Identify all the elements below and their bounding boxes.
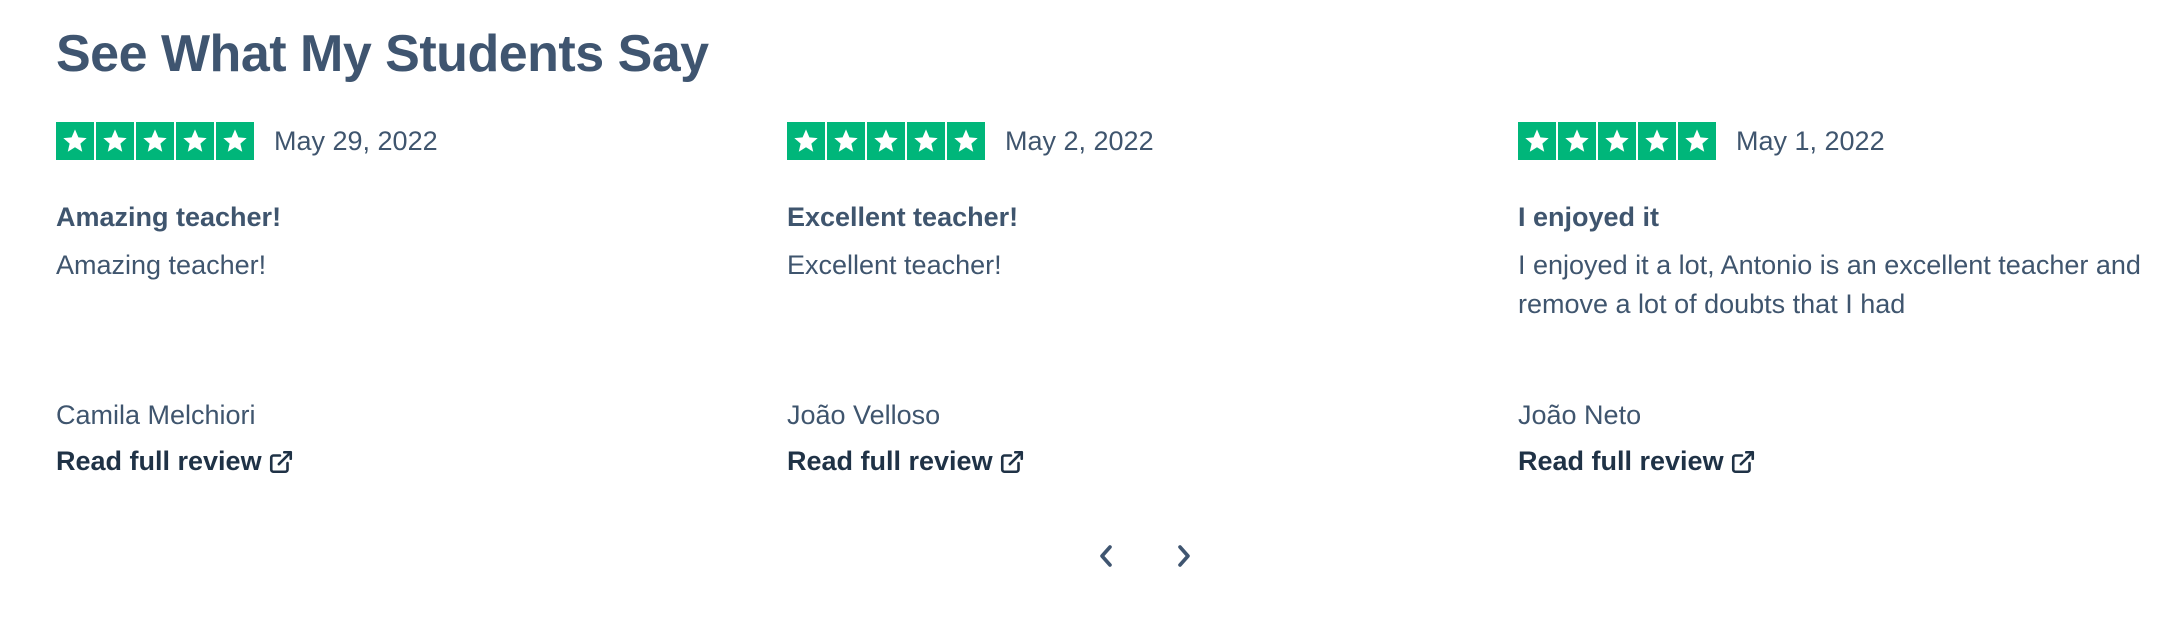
rating-row: May 2, 2022 <box>787 122 1154 160</box>
rating-row: May 1, 2022 <box>1518 122 1885 160</box>
chevron-left-icon <box>1100 545 1112 567</box>
carousel-nav <box>1090 540 1200 572</box>
star-icon <box>907 122 945 160</box>
star-icon <box>867 122 905 160</box>
review-card: May 29, 2022 Amazing teacher! Amazing te… <box>56 122 746 492</box>
reviewer-name: Camila Melchiori <box>56 400 256 430</box>
read-full-review-label: Read full review <box>1518 446 1724 476</box>
star-icon <box>1518 122 1556 160</box>
read-full-review-label: Read full review <box>56 446 262 476</box>
read-full-review-link[interactable]: Read full review <box>1518 446 1756 477</box>
star-icon <box>176 122 214 160</box>
star-icon <box>136 122 174 160</box>
star-icon <box>787 122 825 160</box>
review-card: May 2, 2022 Excellent teacher! Excellent… <box>787 122 1477 492</box>
review-body: Amazing teacher! <box>56 250 267 280</box>
star-icon <box>56 122 94 160</box>
review-title: I enjoyed it <box>1518 202 1660 232</box>
star-icon <box>1598 122 1636 160</box>
star-icon <box>96 122 134 160</box>
review-date: May 29, 2022 <box>274 125 438 156</box>
review-date: May 2, 2022 <box>1005 125 1154 156</box>
review-date: May 1, 2022 <box>1736 125 1885 156</box>
chevron-right-icon <box>1178 545 1190 567</box>
reviewer-name: João Neto <box>1518 400 1642 430</box>
external-link-icon <box>1000 450 1023 473</box>
previous-button[interactable] <box>1090 540 1122 572</box>
reviews-carousel: May 29, 2022 Amazing teacher! Amazing te… <box>56 122 2156 492</box>
section-title: See What My Students Say <box>56 25 709 83</box>
star-icon <box>947 122 985 160</box>
star-rating <box>787 122 985 160</box>
review-title: Excellent teacher! <box>787 202 1019 232</box>
review-title: Amazing teacher! <box>56 202 282 232</box>
read-full-review-label: Read full review <box>787 446 993 476</box>
reviewer-name: João Velloso <box>787 400 941 430</box>
review-body: I enjoyed it a lot, Antonio is an excell… <box>1518 250 2141 319</box>
external-link-icon <box>269 450 292 473</box>
read-full-review-link[interactable]: Read full review <box>56 446 294 477</box>
star-icon <box>1678 122 1716 160</box>
star-icon <box>216 122 254 160</box>
read-full-review-link[interactable]: Read full review <box>787 446 1025 477</box>
star-icon <box>827 122 865 160</box>
star-rating <box>1518 122 1716 160</box>
review-card: May 1, 2022 I enjoyed it I enjoyed it a … <box>1518 122 2176 492</box>
rating-row: May 29, 2022 <box>56 122 438 160</box>
star-icon <box>1638 122 1676 160</box>
external-link-icon <box>1731 450 1754 473</box>
star-icon <box>1558 122 1596 160</box>
review-body: Excellent teacher! <box>787 250 1002 280</box>
next-button[interactable] <box>1168 540 1200 572</box>
star-rating <box>56 122 254 160</box>
